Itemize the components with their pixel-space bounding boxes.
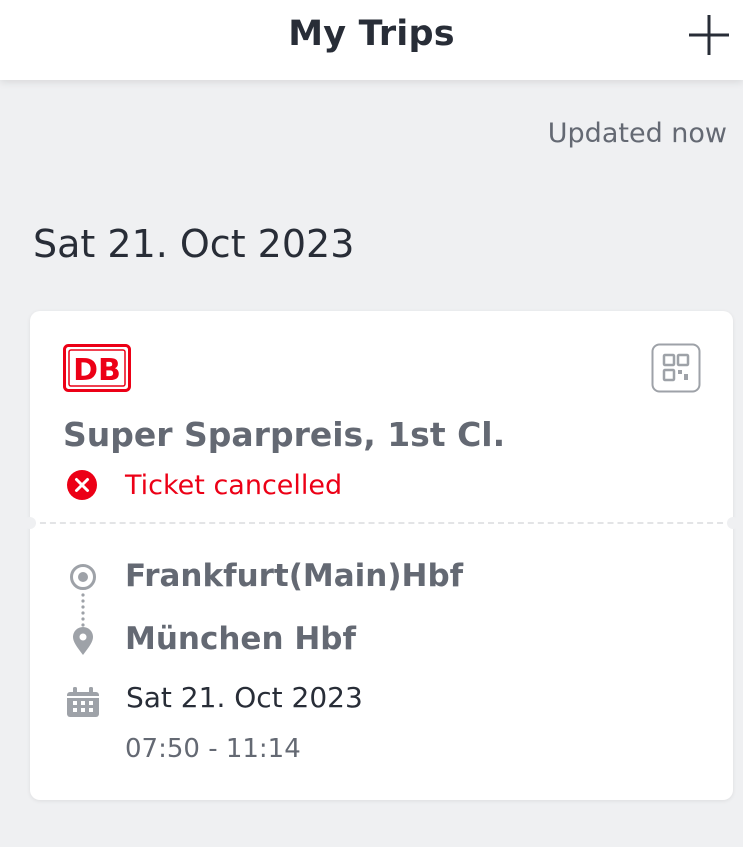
qr-code-icon — [651, 343, 701, 393]
svg-text:DB: DB — [73, 353, 121, 388]
error-x-icon — [67, 470, 97, 500]
origin-icon — [70, 564, 96, 590]
dashed-divider — [30, 522, 733, 524]
destination-station: München Hbf — [125, 621, 356, 657]
ticket-status: Ticket cancelled — [66, 469, 342, 501]
db-logo: DB — [63, 344, 131, 392]
destination-pin-icon — [73, 627, 93, 655]
card-notch-right — [727, 517, 739, 529]
add-trip-button[interactable] — [687, 12, 731, 58]
calendar-icon — [67, 687, 99, 717]
updated-status: Updated now — [547, 118, 727, 149]
origin-station: Frankfurt(Main)Hbf — [125, 558, 464, 594]
trip-card[interactable]: DB Super Sparpreis, 1st Cl. Ticket cance… — [24, 311, 739, 800]
card-notch-left — [24, 517, 36, 529]
route-icons — [70, 564, 96, 655]
ticket-name: Super Sparpreis, 1st Cl. — [63, 415, 506, 454]
trip-time: 07:50 - 11:14 — [125, 734, 301, 764]
plus-icon — [689, 15, 729, 55]
date-section-heading: Sat 21. Oct 2023 — [33, 222, 355, 266]
page-title: My Trips — [288, 14, 455, 54]
qr-code-button[interactable] — [651, 343, 701, 393]
route-dots-icon — [81, 593, 85, 627]
app-header: My Trips — [0, 0, 743, 80]
status-text: Ticket cancelled — [125, 469, 343, 501]
trip-date: Sat 21. Oct 2023 — [126, 681, 363, 714]
